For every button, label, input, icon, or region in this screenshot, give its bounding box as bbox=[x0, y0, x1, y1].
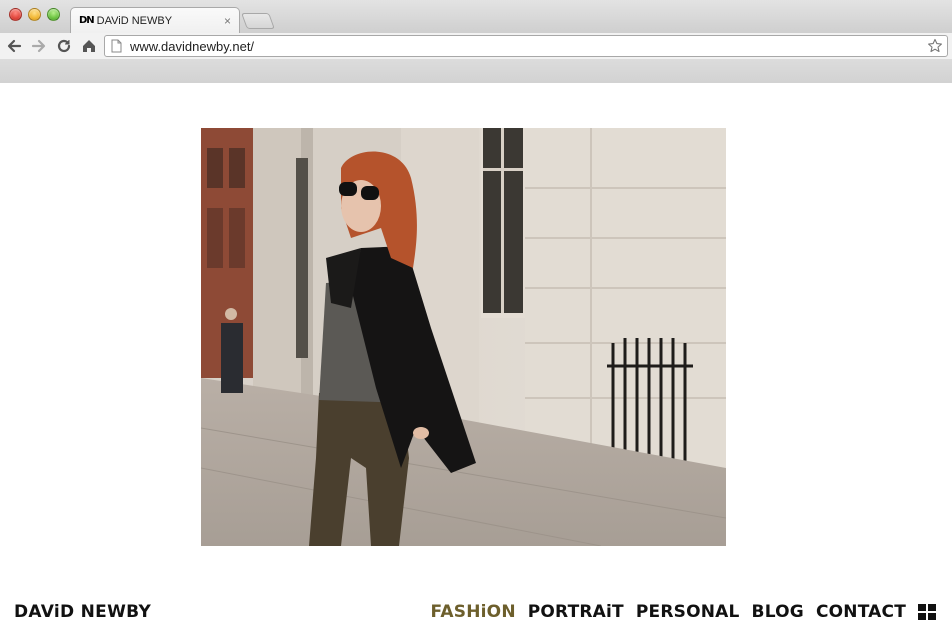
site-logo[interactable]: DAViD NEWBY bbox=[14, 602, 151, 622]
browser-toolbar: www.davidnewby.net/ bbox=[0, 33, 952, 59]
home-button[interactable] bbox=[78, 35, 100, 57]
nav-portrait[interactable]: PORTRAiT bbox=[528, 602, 624, 622]
browser-tab[interactable]: DN DAViD NEWBY × bbox=[70, 7, 240, 33]
back-arrow-icon bbox=[7, 39, 22, 53]
close-window-button[interactable] bbox=[9, 8, 22, 21]
new-tab-button[interactable] bbox=[241, 13, 275, 29]
reload-icon bbox=[57, 39, 71, 53]
nav-contact[interactable]: CONTACT bbox=[816, 602, 906, 622]
back-button[interactable] bbox=[3, 35, 25, 57]
minimize-window-button[interactable] bbox=[28, 8, 41, 21]
home-icon bbox=[83, 40, 95, 52]
reload-button[interactable] bbox=[53, 35, 75, 57]
page-icon bbox=[111, 39, 122, 53]
nav-personal[interactable]: PERSONAL bbox=[636, 602, 740, 622]
bookmarks-bar bbox=[0, 59, 952, 83]
main-nav: FASHiON PORTRAiT PERSONAL BLOG CONTACT bbox=[431, 602, 936, 622]
browser-chrome: DN DAViD NEWBY × www.davidnewby.net/ bbox=[0, 0, 952, 83]
forward-arrow-icon bbox=[31, 39, 46, 53]
fashion-photo[interactable] bbox=[201, 128, 726, 546]
grid-icon[interactable] bbox=[918, 604, 936, 620]
address-bar[interactable]: www.davidnewby.net/ bbox=[104, 35, 948, 57]
favicon-icon: DN bbox=[79, 15, 95, 26]
nav-fashion[interactable]: FASHiON bbox=[431, 602, 516, 622]
bookmark-star-icon[interactable] bbox=[927, 38, 943, 54]
nav-blog[interactable]: BLOG bbox=[752, 602, 804, 622]
window-controls bbox=[9, 8, 60, 21]
forward-button[interactable] bbox=[28, 35, 50, 57]
web-page: DAViD NEWBY FASHiON PORTRAiT PERSONAL BL… bbox=[0, 83, 952, 640]
maximize-window-button[interactable] bbox=[47, 8, 60, 21]
url-text: www.davidnewby.net/ bbox=[130, 38, 255, 54]
tab-close-icon[interactable]: × bbox=[224, 14, 231, 28]
tab-title: DAViD NEWBY bbox=[96, 14, 173, 27]
photo-image bbox=[201, 128, 726, 546]
